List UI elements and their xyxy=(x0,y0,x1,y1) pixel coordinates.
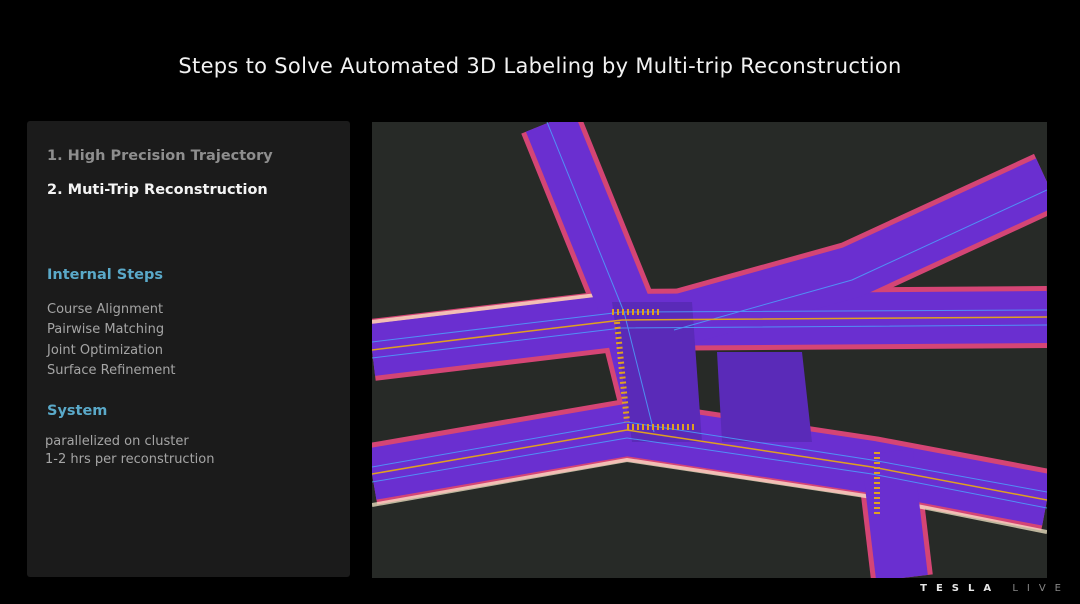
list-item: parallelized on cluster xyxy=(45,434,189,449)
system-list: parallelized on cluster 1-2 hrs per reco… xyxy=(45,433,214,468)
slide-title: Steps to Solve Automated 3D Labeling by … xyxy=(178,54,902,78)
tesla-live-logo: TESLA LIVE xyxy=(920,583,1070,594)
internal-steps-heading: Internal Steps xyxy=(47,267,163,283)
step-1: 1. High Precision Trajectory xyxy=(47,148,273,164)
list-item: Pairwise Matching xyxy=(47,322,165,338)
list-item: Course Alignment xyxy=(47,302,164,317)
internal-steps-list: Course Alignment Pairwise Matching Joint… xyxy=(47,300,176,381)
steps-panel: 1. High Precision Trajectory 2. Muti-Tri… xyxy=(27,121,350,577)
road-reconstruction-image xyxy=(366,110,1060,582)
list-item: Surface Refinement xyxy=(47,362,176,378)
system-heading: System xyxy=(47,403,108,419)
reconstruction-map xyxy=(366,110,1060,582)
list-item: 1-2 hrs per reconstruction xyxy=(45,451,215,467)
step-2-active: 2. Muti-Trip Reconstruction xyxy=(47,182,268,198)
list-item: Joint Optimization xyxy=(47,342,164,358)
